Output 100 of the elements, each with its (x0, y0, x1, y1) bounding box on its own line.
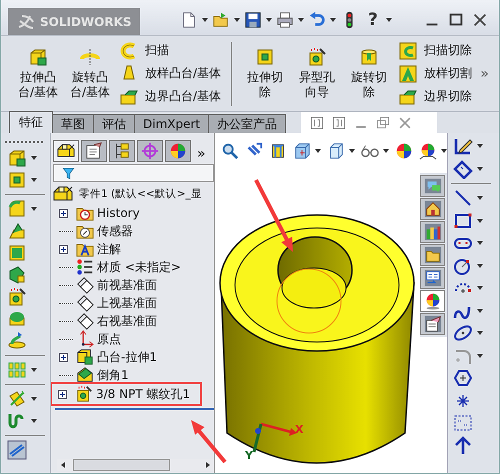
extrude-boss-icon (28, 47, 48, 67)
more-button[interactable]: » (197, 146, 206, 162)
hole-wizard-icon (7, 287, 27, 307)
loft-cut-icon (398, 64, 418, 84)
view-orientation-icon[interactable] (293, 142, 311, 160)
section-view-icon[interactable] (269, 142, 287, 160)
caret-icon[interactable] (315, 149, 321, 153)
expand-icon[interactable] (59, 208, 68, 218)
help-button[interactable]: ? (368, 10, 380, 30)
expand-icon[interactable] (59, 352, 68, 362)
ribbon-button[interactable]: 边界凸台/基体 (119, 86, 222, 106)
open-folder-button[interactable] (212, 10, 240, 30)
ribbon-button[interactable]: 扫描切除 (398, 40, 472, 60)
color-ball-icon (169, 142, 187, 160)
view-palette-icon (424, 269, 442, 287)
extrude-boss-icon (7, 148, 27, 168)
tree-item[interactable]: 3/8 NPT 螺纹孔1 (96, 386, 190, 402)
home-icon (424, 200, 442, 218)
tab[interactable]: DimXpert (134, 114, 210, 133)
feature-manager-tab[interactable] (53, 140, 79, 162)
expand-icon[interactable] (59, 244, 68, 254)
caret-icon[interactable] (386, 18, 392, 22)
new-document-button[interactable] (180, 10, 208, 30)
chamfer-icon (76, 366, 94, 384)
save-button[interactable] (244, 10, 272, 30)
filter-icon (62, 166, 75, 180)
apply-scene-icon[interactable] (419, 142, 437, 160)
smart-dimension-tool[interactable] (451, 158, 485, 180)
tree-item[interactable]: 上视基准面 (97, 294, 157, 312)
property-sheet-icon (85, 142, 103, 160)
plane-icon (76, 294, 94, 312)
ribbon-button[interactable]: 边界切除 (398, 86, 472, 106)
chat-bubbles-icon (424, 177, 442, 195)
display-manager-tab[interactable] (165, 140, 191, 162)
view-palette-tab[interactable] (420, 267, 445, 289)
caret-icon[interactable] (441, 149, 447, 153)
tree-item[interactable]: 前视基准面 (97, 276, 157, 294)
zoom-icon[interactable] (221, 142, 239, 160)
ribbon-button[interactable]: 扫描 (119, 40, 222, 60)
close-icon[interactable] (471, 11, 489, 29)
ribbon-button[interactable]: 旋转切除 (346, 47, 392, 100)
material-icon (76, 258, 94, 276)
property-manager-tab[interactable] (81, 140, 107, 162)
display-style-icon[interactable] (327, 142, 345, 160)
folder-tab[interactable] (420, 244, 445, 266)
custom-properties-tab[interactable] (420, 313, 445, 335)
tile-left-icon[interactable] (309, 114, 326, 130)
filter-field[interactable] (53, 164, 214, 182)
tab[interactable]: 特征 (9, 111, 53, 133)
crosshair-icon (141, 142, 159, 160)
books-icon (424, 223, 442, 241)
tree-root-label[interactable]: 零件1 (默认<<默认>_显 (79, 187, 202, 201)
tree-item[interactable]: 原点 (97, 330, 121, 348)
ribbon-button[interactable]: 旋转凸台/基体 (67, 47, 113, 100)
pattern-icon (7, 360, 27, 380)
print-icon (276, 11, 294, 29)
print-button[interactable] (276, 10, 304, 30)
plane-icon (76, 312, 94, 330)
restore-icon[interactable] (375, 114, 392, 130)
tree-item[interactable]: 倒角1 (97, 366, 129, 384)
ribbon-button[interactable]: 异型孔向导 (294, 47, 340, 100)
property-sheet-icon (424, 315, 442, 333)
measure-tool[interactable] (5, 439, 29, 461)
design-library-tab[interactable] (420, 198, 445, 220)
logo-text: SOLIDWORKS (40, 14, 132, 28)
extrude-cut-icon (255, 47, 276, 67)
ribbon-button[interactable]: 拉伸切除 (242, 47, 288, 100)
ribbon-button[interactable]: 放样切割 (398, 64, 472, 84)
more-button[interactable]: » (480, 66, 489, 82)
tree-item[interactable]: 凸台-拉伸1 (97, 348, 157, 366)
tile-right-icon[interactable] (331, 114, 348, 130)
sketch-icon (453, 136, 473, 156)
tree-item[interactable]: 传感器 (97, 222, 133, 240)
tree-item[interactable]: 右视基准面 (97, 312, 157, 330)
file-explorer-tab[interactable] (420, 221, 445, 243)
configuration-manager-tab[interactable] (109, 140, 135, 162)
tab[interactable]: 评估 (93, 114, 135, 133)
rectangle-icon (453, 210, 473, 231)
caret-icon[interactable] (383, 149, 389, 153)
fillet-icon (7, 199, 27, 219)
measure-icon (7, 440, 27, 460)
revolve-cut-icon (359, 47, 380, 67)
tree-item[interactable]: 注解 (97, 240, 121, 258)
tab[interactable]: 草图 (52, 114, 94, 133)
appearances-tab[interactable] (420, 290, 445, 312)
line-icon (453, 188, 473, 208)
tree-item[interactable]: History (97, 206, 140, 220)
tree-item[interactable]: 材质 <未指定> (97, 258, 181, 276)
arrow-annotation (191, 420, 227, 464)
save-icon (244, 11, 262, 29)
tab[interactable]: 办公室产品 (208, 114, 286, 133)
x-axis-label: X (295, 423, 304, 436)
open-folder-icon (212, 11, 230, 29)
y-axis-label: Y (245, 449, 253, 462)
ribbon-button[interactable]: 拉伸凸台/基体 (15, 47, 61, 100)
expand-icon[interactable] (58, 390, 67, 398)
ribbon-button[interactable]: 放样凸台/基体 (119, 64, 222, 84)
edit-appearance-icon[interactable] (395, 142, 413, 160)
plane-icon (76, 276, 94, 294)
caret-icon[interactable] (349, 149, 355, 153)
